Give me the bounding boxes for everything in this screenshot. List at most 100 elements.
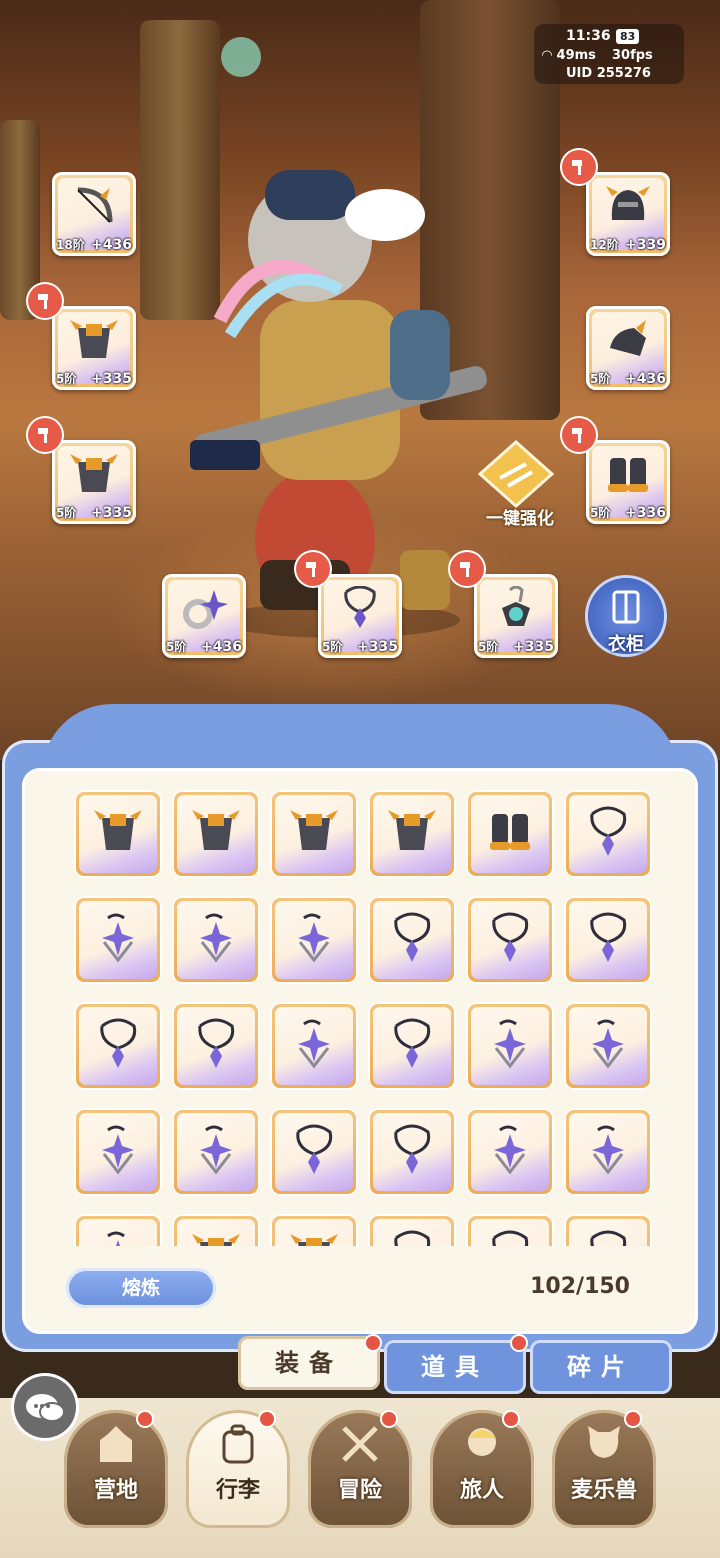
star-pendant-icon [592, 1125, 624, 1175]
equip-slot-gauntlet[interactable]: 5阶 +436 [586, 306, 670, 390]
slot-plus: +335 [357, 639, 398, 655]
armor-icon [192, 1234, 240, 1246]
equip-slot-bow[interactable]: 18阶 +436 [52, 172, 136, 256]
equip-slot-ring[interactable]: 5阶 +436 [162, 574, 246, 658]
necklace-icon [344, 586, 376, 628]
nav-luggage[interactable]: 行李 [186, 1410, 290, 1528]
battery-badge: 83 [616, 29, 640, 44]
smelt-button[interactable]: 熔炼 [66, 1268, 216, 1308]
amulet-icon [502, 586, 530, 626]
armor-icon [290, 810, 338, 850]
necklace-icon [590, 1230, 627, 1246]
star-pendant-icon [592, 1019, 624, 1069]
wifi-icon: ◠ [542, 48, 552, 63]
inventory-slot[interactable] [74, 1002, 162, 1090]
inventory-slot[interactable] [270, 1002, 358, 1090]
status-overlay: 11:36 83 ◠ 49ms 30fps UID 255276 [534, 24, 684, 84]
chat-button[interactable] [14, 1376, 76, 1438]
inventory-slot[interactable] [368, 1108, 456, 1196]
inventory-slot[interactable] [564, 1214, 652, 1246]
inventory-slot[interactable] [466, 1214, 554, 1246]
star-pendant-icon [107, 1231, 125, 1246]
inventory-slot[interactable] [270, 790, 358, 878]
auto-enhance-label: 一键强化 [486, 509, 554, 529]
inventory-slot[interactable] [270, 1108, 358, 1196]
tab-items[interactable]: 道具 [384, 1340, 526, 1394]
necklace-icon [394, 912, 431, 962]
inventory-slot[interactable] [74, 896, 162, 984]
boots-icon [608, 458, 648, 492]
star-pendant-icon [298, 1019, 330, 1069]
inventory-slot[interactable] [74, 1108, 162, 1196]
enhance-hammer-icon[interactable] [296, 552, 330, 586]
notification-dot [504, 1412, 518, 1426]
nav-pets[interactable]: 麦乐兽 [552, 1410, 656, 1528]
ping-value: 49ms [556, 48, 596, 63]
armor-icon [94, 810, 142, 850]
armor-icon [388, 810, 436, 850]
inventory-slot[interactable] [172, 1002, 260, 1090]
slot-tier: 12阶 [590, 238, 619, 252]
necklace-icon [100, 1018, 137, 1068]
nav-adventure[interactable]: 冒险 [308, 1410, 412, 1528]
inventory-slot[interactable] [564, 1002, 652, 1090]
inventory-grid [46, 786, 674, 1246]
crossed-swords-icon [342, 1426, 378, 1462]
notification-dot [626, 1412, 640, 1426]
auto-enhance-button[interactable]: 一键强化 [470, 439, 562, 530]
inventory-slot[interactable] [172, 896, 260, 984]
star-pendant-icon [102, 913, 134, 963]
enhance-hammer-icon[interactable] [562, 418, 596, 452]
nav-camp[interactable]: 营地 [64, 1410, 168, 1528]
necklace-icon [296, 1124, 333, 1174]
inventory-slot[interactable] [564, 1108, 652, 1196]
enhance-hammer-icon[interactable] [450, 552, 484, 586]
star-pendant-icon [200, 913, 232, 963]
inventory-count: 102/150 [530, 1274, 630, 1299]
inventory-slot[interactable] [270, 1214, 358, 1246]
enhance-hammer-icon[interactable] [562, 150, 596, 184]
tab-fragments[interactable]: 碎片 [530, 1340, 672, 1394]
nav-label: 营地 [93, 1478, 138, 1503]
spirit-orb [221, 37, 261, 77]
necklace-icon [492, 912, 529, 962]
enhance-hammer-icon[interactable] [28, 418, 62, 452]
inventory-slot[interactable] [368, 790, 456, 878]
inventory-slot[interactable] [270, 896, 358, 984]
fps-readout: 30fps [612, 48, 653, 63]
boots-icon [490, 814, 530, 850]
equip-slot-boots[interactable]: 5阶 +336 [586, 440, 670, 524]
inventory-slot[interactable] [368, 1214, 456, 1246]
equip-slot-necklace[interactable]: 5阶 +335 [318, 574, 402, 658]
inventory-slot[interactable] [368, 1002, 456, 1090]
uid-readout: UID 255276 [566, 66, 651, 81]
inventory-slot[interactable] [466, 1108, 554, 1196]
equip-slot-armor-2[interactable]: 5阶 +335 [52, 440, 136, 524]
tab-equipment[interactable]: 装备 [238, 1336, 380, 1390]
inventory-slot[interactable] [172, 1108, 260, 1196]
enhance-hammer-icon[interactable] [28, 284, 62, 318]
inventory-slot[interactable] [368, 896, 456, 984]
star-pendant-icon [494, 1019, 526, 1069]
inventory-slot[interactable] [466, 1002, 554, 1090]
inventory-slot[interactable] [466, 790, 554, 878]
nav-travelers[interactable]: 旅人 [430, 1410, 534, 1528]
inventory-slot[interactable] [564, 790, 652, 878]
inventory-slot[interactable] [466, 896, 554, 984]
equip-slot-amulet[interactable]: 5阶 +335 [474, 574, 558, 658]
star-pendant-icon [298, 913, 330, 963]
wardrobe-button[interactable]: 衣柜 [588, 578, 664, 655]
armor-icon [70, 454, 118, 492]
wardrobe-label: 衣柜 [608, 634, 644, 655]
necklace-icon [590, 912, 627, 962]
ping-readout: ◠ 49ms [542, 48, 596, 63]
inventory-slot[interactable] [74, 1214, 162, 1246]
chat-bubble-icon [26, 1394, 65, 1422]
inventory-slot[interactable] [74, 790, 162, 878]
nav-label: 行李 [215, 1478, 260, 1503]
equip-slot-helmet[interactable]: 12阶 +339 [586, 172, 670, 256]
inventory-slot[interactable] [172, 1214, 260, 1246]
inventory-slot[interactable] [564, 896, 652, 984]
equip-slot-armor[interactable]: 5阶 +335 [52, 306, 136, 390]
inventory-slot[interactable] [172, 790, 260, 878]
